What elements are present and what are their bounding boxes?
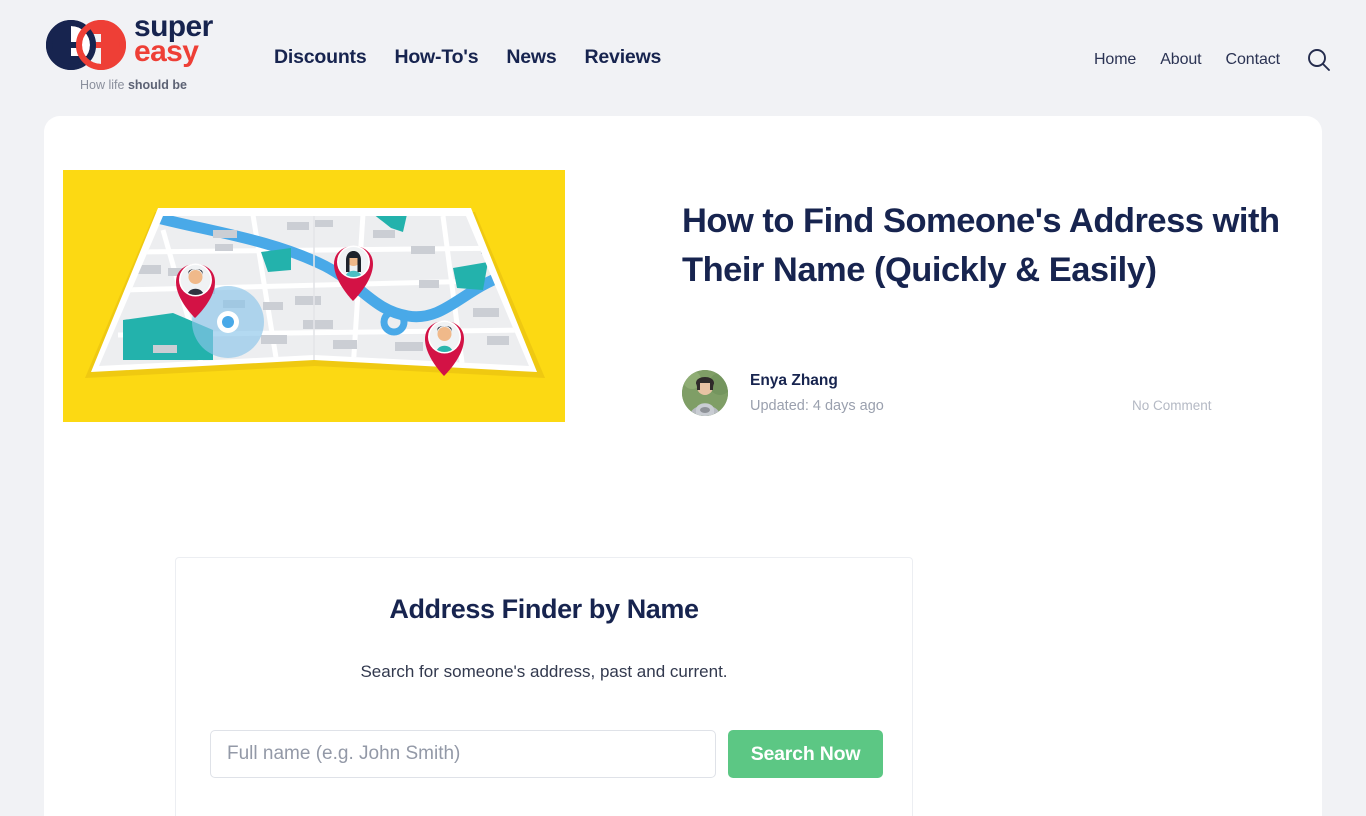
- search-icon[interactable]: [1306, 47, 1332, 73]
- search-now-button[interactable]: Search Now: [728, 730, 883, 778]
- logo-wordmark: super easy: [134, 11, 213, 66]
- page-title: How to Find Someone's Address with Their…: [682, 202, 1280, 289]
- nav-item-about[interactable]: About: [1160, 51, 1201, 69]
- comment-count[interactable]: No Comment: [1132, 398, 1212, 413]
- tagline-bold: should be: [127, 78, 187, 92]
- nav-item-contact[interactable]: Contact: [1226, 51, 1281, 69]
- address-search-form: Search Now: [210, 730, 884, 778]
- article-hero-image: [63, 170, 565, 422]
- tagline-prefix: How life: [80, 78, 128, 92]
- full-name-input[interactable]: [210, 730, 716, 778]
- nav-item-discounts[interactable]: Discounts: [274, 46, 367, 69]
- updated-timestamp: Updated: 4 days ago: [750, 398, 884, 414]
- primary-nav: Discounts How-To's News Reviews: [274, 46, 661, 69]
- content-card: How to Find Someone's Address with Their…: [44, 116, 1322, 816]
- site-header: super easy How life should be Discounts …: [0, 0, 1366, 116]
- nav-item-home[interactable]: Home: [1094, 51, 1136, 69]
- article-byline: Enya Zhang Updated: 4 days ago No Commen…: [682, 370, 1282, 422]
- nav-item-news[interactable]: News: [506, 46, 556, 69]
- brand-tagline: How life should be: [80, 78, 187, 92]
- superreasy-double-e-logo-icon: [44, 20, 128, 70]
- nav-item-reviews[interactable]: Reviews: [585, 46, 662, 69]
- secondary-nav: Home About Contact: [1094, 47, 1332, 73]
- author-name[interactable]: Enya Zhang: [750, 372, 838, 390]
- nav-item-how-tos[interactable]: How-To's: [394, 46, 478, 69]
- avatar: [682, 370, 728, 416]
- widget-title: Address Finder by Name: [389, 594, 699, 624]
- widget-subtitle: Search for someone's address, past and c…: [360, 662, 728, 681]
- address-finder-widget: Address Finder by Name Search for someon…: [175, 557, 913, 816]
